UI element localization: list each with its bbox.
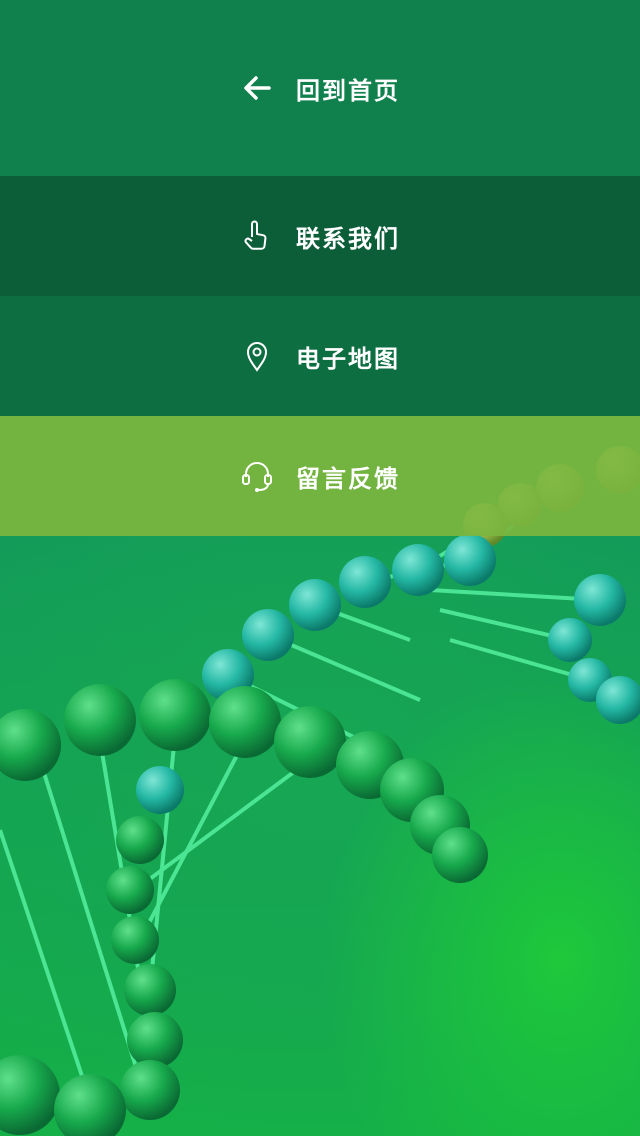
home-label: 回到首页 <box>296 76 400 105</box>
dna-bead <box>548 618 592 662</box>
dna-bead <box>136 766 184 814</box>
dna-bead <box>127 1012 183 1068</box>
dna-bead <box>242 609 294 661</box>
headset-icon <box>240 459 274 493</box>
dna-bead <box>106 866 154 914</box>
home-menu-item[interactable]: 回到首页 <box>0 0 640 176</box>
dna-bead <box>124 964 176 1016</box>
arrow-left-icon <box>240 71 274 105</box>
feedback-menu-item[interactable]: 留言反馈 <box>0 416 640 536</box>
feedback-label: 留言反馈 <box>296 464 400 493</box>
dna-bead <box>574 574 626 626</box>
dna-bead <box>120 1060 180 1120</box>
dna-bead <box>392 544 444 596</box>
dna-bead <box>444 534 496 586</box>
dna-bead <box>289 579 341 631</box>
dna-bead <box>339 556 391 608</box>
dna-bead <box>116 816 164 864</box>
dna-bead <box>0 709 61 781</box>
map-label: 电子地图 <box>296 344 400 373</box>
dna-bead <box>0 1055 60 1135</box>
navigation-menu: 回到首页 联系我们 电子地图 留言反馈 <box>0 0 640 536</box>
map-menu-item[interactable]: 电子地图 <box>0 296 640 416</box>
contact-us-label: 联系我们 <box>296 224 400 253</box>
pointing-hand-icon <box>240 219 274 253</box>
dna-bead <box>139 679 211 751</box>
dna-bead <box>64 684 136 756</box>
dna-bead <box>111 916 159 964</box>
dna-bead <box>54 1074 126 1136</box>
dna-bead <box>274 706 346 778</box>
dna-bead <box>432 827 488 883</box>
dna-bead <box>209 686 281 758</box>
contact-us-menu-item[interactable]: 联系我们 <box>0 176 640 296</box>
location-pin-icon <box>240 339 274 373</box>
